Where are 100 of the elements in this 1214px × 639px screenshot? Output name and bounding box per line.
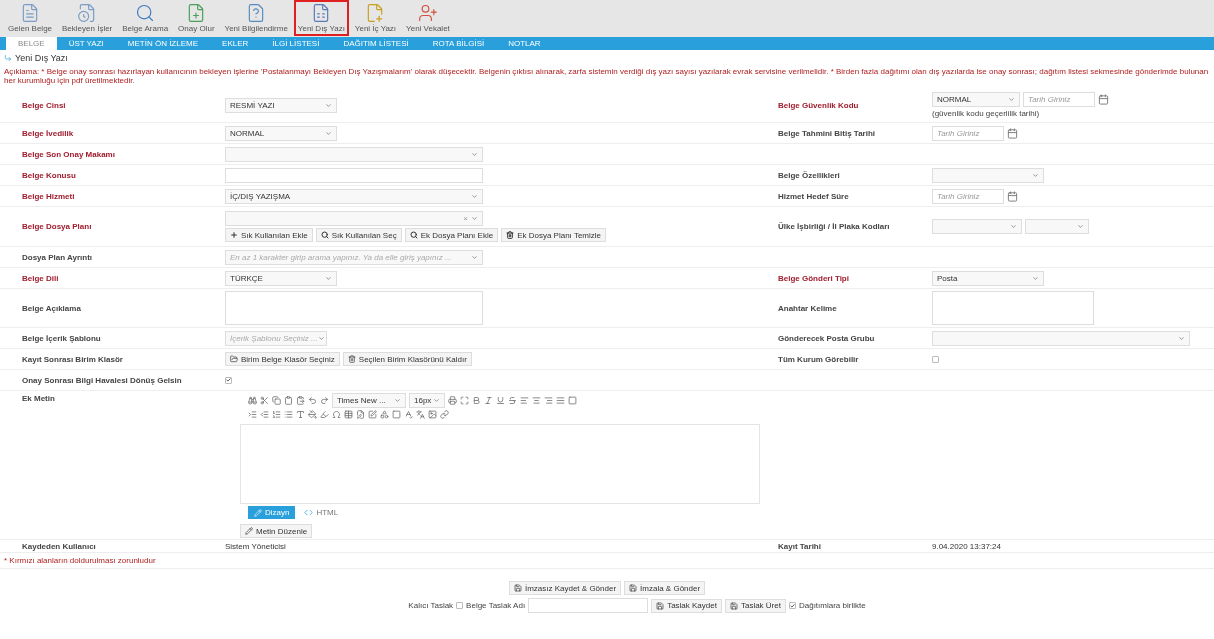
editor-tool-icon[interactable] bbox=[484, 395, 493, 405]
draft-name-field[interactable] bbox=[528, 598, 649, 613]
toolbar-button[interactable]: Onay Olur bbox=[174, 0, 219, 36]
toolbar-button[interactable]: Yeni Vekalet bbox=[402, 0, 454, 36]
calendar-icon bbox=[1007, 127, 1018, 139]
dropdown-icon bbox=[471, 253, 478, 261]
field-hint: (güvenlik kodu geçerlilik tarihi) bbox=[932, 109, 1041, 118]
editor-tool-icon[interactable] bbox=[520, 395, 529, 405]
save-icon bbox=[513, 584, 522, 592]
folder-icon bbox=[230, 355, 238, 363]
draft-button[interactable]: Taslak Üret bbox=[724, 598, 786, 613]
editor-tool-icon[interactable] bbox=[460, 395, 469, 405]
dropdown-icon bbox=[433, 396, 440, 404]
tab[interactable]: BELGE bbox=[6, 37, 57, 50]
select-field[interactable] bbox=[932, 167, 1044, 183]
editor-tool-icon[interactable] bbox=[508, 395, 517, 405]
editor-tool-icon[interactable] bbox=[496, 395, 505, 405]
send-button[interactable]: İmzala & Gönder bbox=[624, 581, 706, 595]
editor-tool-icon[interactable] bbox=[284, 395, 293, 405]
toolbar-button[interactable]: Yeni Dış Yazı bbox=[293, 0, 349, 36]
editor-tool-icon[interactable] bbox=[272, 409, 281, 419]
select-field[interactable]: İÇ/DIŞ YAZIŞMA bbox=[225, 188, 483, 204]
select-field[interactable]: TÜRKÇE bbox=[225, 270, 337, 286]
plan-button[interactable]: Ek Dosya Planı Ekle bbox=[404, 228, 499, 242]
editor-tool-icon[interactable] bbox=[544, 395, 553, 405]
editor-tool-icon[interactable] bbox=[320, 395, 329, 405]
editor-tool-icon[interactable] bbox=[568, 395, 577, 405]
editor-tool-icon[interactable] bbox=[308, 409, 317, 419]
checkbox[interactable] bbox=[456, 602, 464, 609]
folder-button[interactable]: Birim Belge Klasör Seçiniz bbox=[225, 352, 340, 366]
select-field[interactable]: RESMİ YAZI bbox=[225, 97, 337, 113]
select-field[interactable]: NORMAL bbox=[225, 125, 337, 141]
field-label: Belge Özellikleri bbox=[778, 170, 841, 180]
checkbox[interactable] bbox=[932, 355, 939, 363]
dropdown-icon bbox=[394, 396, 401, 404]
editor-tool-icon[interactable] bbox=[416, 409, 425, 419]
editor-tool-icon[interactable] bbox=[380, 409, 389, 419]
plan-button[interactable]: Sık Kullanılan Ekle bbox=[225, 228, 313, 242]
field-label: Belge Dili bbox=[21, 273, 60, 283]
editor-tool-icon[interactable] bbox=[284, 409, 293, 419]
editor-tool-icon[interactable] bbox=[320, 409, 329, 419]
dropdown-icon bbox=[325, 101, 332, 109]
select-field[interactable] bbox=[932, 219, 1022, 234]
toolbar-button[interactable]: Gelen Belge bbox=[4, 0, 57, 36]
checkbox[interactable] bbox=[225, 376, 232, 384]
code-icon bbox=[304, 508, 314, 517]
editor-tool-icon[interactable] bbox=[356, 409, 365, 419]
field-value: 9.04.2020 13:37:24 bbox=[932, 541, 1002, 551]
edit-text-button[interactable]: Metin Düzenle bbox=[240, 524, 313, 538]
editor-tool-icon[interactable] bbox=[296, 395, 305, 405]
editor-tool-icon[interactable] bbox=[556, 395, 565, 405]
search-icon bbox=[135, 3, 156, 23]
field-label: Belge Tahmini Bitiş Tarihi bbox=[778, 128, 877, 138]
editor-tool-icon[interactable] bbox=[368, 409, 377, 419]
select-field[interactable] bbox=[1025, 219, 1089, 234]
dropdown-icon bbox=[471, 150, 478, 158]
text-field[interactable] bbox=[225, 167, 483, 183]
field-label: Kayıt Tarihi bbox=[778, 541, 822, 551]
send-button[interactable]: İmzasız Kaydet & Gönder bbox=[508, 581, 622, 595]
field-label: Kayıt Sonrası Birim Klasör bbox=[21, 354, 124, 364]
required-note: * Kırmızı alanların doldurulması zorunludur bbox=[0, 553, 1214, 569]
size-select[interactable]: 16px bbox=[409, 392, 445, 408]
plus-icon bbox=[230, 231, 238, 239]
editor-tool-icon[interactable] bbox=[448, 395, 457, 405]
editor-tool-icon[interactable] bbox=[308, 395, 317, 405]
editor-tool-icon[interactable] bbox=[332, 409, 341, 419]
toolbar-button[interactable]: Belge Arama bbox=[118, 0, 173, 36]
draft-button[interactable]: Taslak Kaydet bbox=[651, 598, 722, 613]
editor-tool-icon[interactable] bbox=[532, 395, 541, 405]
checkbox[interactable] bbox=[788, 602, 796, 609]
toolbar-button[interactable]: Bekleyen İşler bbox=[58, 0, 117, 36]
editor-tool-icon[interactable] bbox=[428, 409, 437, 419]
select-field[interactable] bbox=[225, 146, 483, 162]
font-select[interactable]: Times New ... bbox=[332, 392, 406, 408]
editor-tool-icon[interactable] bbox=[296, 409, 305, 419]
editor-tool-icon[interactable] bbox=[260, 409, 269, 419]
editor-tool-icon[interactable] bbox=[344, 409, 353, 419]
field-label: Belge Gönderi Tipi bbox=[778, 273, 850, 283]
select-field[interactable]: Posta bbox=[932, 270, 1044, 286]
dropdown-icon bbox=[1032, 171, 1039, 179]
field-label: Belge Konusu bbox=[21, 170, 77, 180]
editor-tool-icon[interactable] bbox=[248, 409, 257, 419]
editor-tool-icon[interactable] bbox=[392, 409, 401, 419]
toolbar-button[interactable]: Yeni Bilgilendirme bbox=[220, 0, 292, 36]
plan-button[interactable]: Sık Kullanılan Seç bbox=[315, 228, 402, 242]
editor-tool-icon[interactable] bbox=[404, 409, 413, 419]
select-field[interactable]: NORMAL bbox=[932, 92, 1020, 107]
editor-tool-icon[interactable] bbox=[260, 395, 269, 405]
editor-tool-icon[interactable] bbox=[440, 409, 449, 419]
field-label: Belge İvedilik bbox=[21, 128, 75, 138]
editor-tool-icon[interactable] bbox=[272, 395, 281, 405]
editor-tool-icon[interactable] bbox=[472, 395, 481, 405]
toolbar-button[interactable]: Yeni İç Yazı bbox=[350, 0, 401, 36]
folder-button[interactable]: Seçilen Birim Klasörünü Kaldır bbox=[342, 352, 472, 366]
plan-button[interactable]: Ek Dosya Planı Temizle bbox=[501, 228, 606, 242]
select-field[interactable] bbox=[932, 330, 1190, 346]
mode-tab[interactable]: HTML bbox=[298, 506, 345, 519]
dropdown-icon bbox=[1178, 334, 1185, 342]
dropdown-icon bbox=[1010, 223, 1017, 230]
editor-tool-icon[interactable] bbox=[248, 395, 257, 405]
